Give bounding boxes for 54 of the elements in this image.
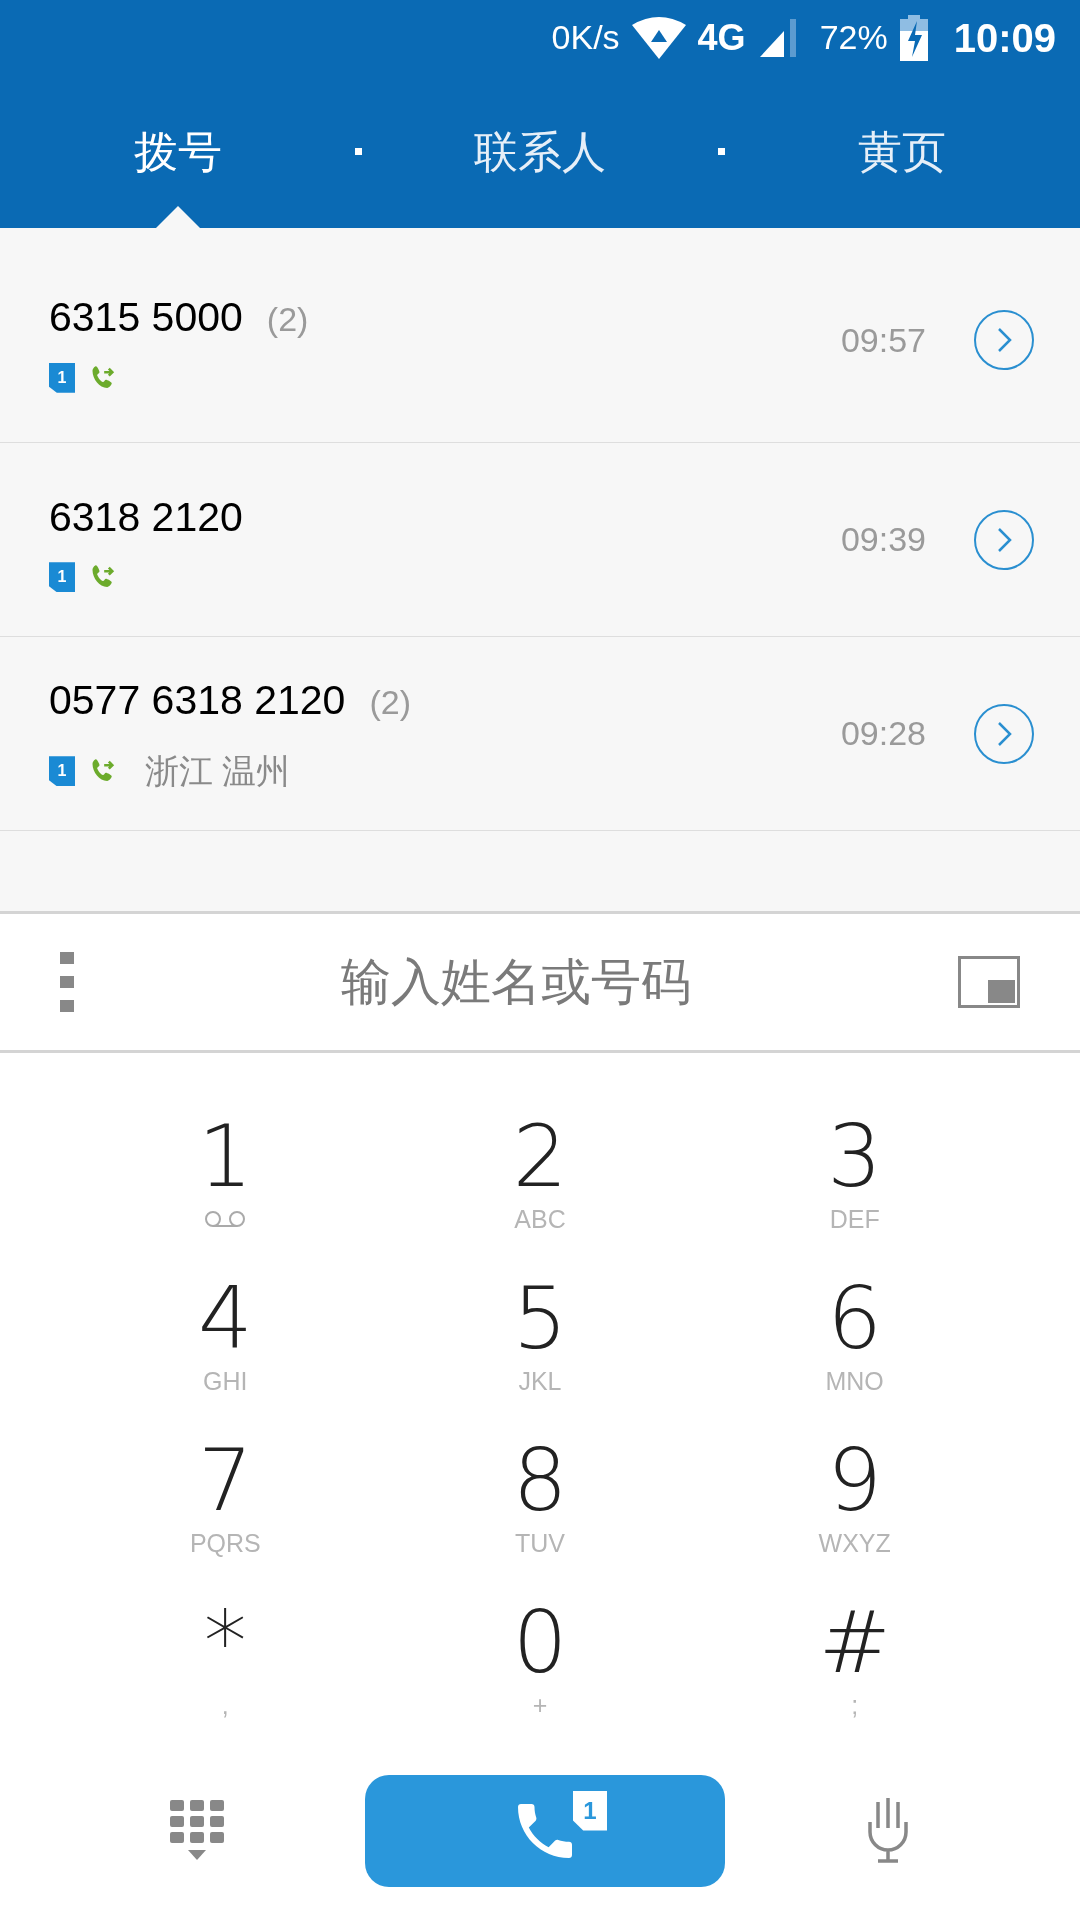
sim-badge: 1 — [49, 562, 75, 593]
search-field[interactable]: 输入姓名或号码 — [74, 944, 958, 1020]
sim-badge: 1 — [49, 756, 75, 787]
phone-number: 6315 5000 — [49, 293, 243, 343]
dialpad-icon[interactable] — [170, 1799, 224, 1862]
key-letters: ABC — [514, 1206, 566, 1232]
details-button[interactable] — [974, 310, 1034, 370]
sim-badge: 1 — [49, 362, 75, 393]
dial-key[interactable]: # ; — [697, 1579, 1012, 1741]
voicemail-icon — [204, 1210, 247, 1228]
call-count: (2) — [266, 299, 309, 341]
dial-key[interactable]: 0 + — [382, 1579, 698, 1741]
dial-key[interactable]: 1 — [68, 1093, 383, 1255]
key-letters: WXYZ — [818, 1530, 891, 1556]
window-icon[interactable] — [958, 956, 1020, 1008]
signal-icon — [757, 16, 798, 59]
call-time: 09:57 — [840, 319, 926, 361]
dial-key[interactable]: 7 PQRS — [68, 1417, 383, 1579]
dial-key[interactable]: 4 GHI — [68, 1255, 383, 1417]
tab[interactable]: 黄页 — [724, 75, 1080, 228]
call-time: 09:28 — [840, 713, 926, 754]
battery-charging-icon — [899, 14, 928, 61]
details-button[interactable] — [974, 703, 1034, 764]
call-time: 09:39 — [840, 519, 926, 560]
key-letters: TUV — [515, 1530, 565, 1556]
key-letters: MNO — [825, 1368, 884, 1394]
key-letters: DEF — [829, 1206, 880, 1232]
key-letters: JKL — [518, 1368, 562, 1394]
dial-key[interactable]: 5 JKL — [382, 1255, 698, 1417]
dial-key[interactable]: 9 WXYZ — [697, 1417, 1012, 1579]
microphone-icon[interactable] — [866, 1797, 910, 1864]
dial-key[interactable]: * , — [68, 1579, 383, 1741]
key-letters: GHI — [203, 1368, 248, 1394]
sim-badge: 1 — [573, 1790, 607, 1831]
network-type: 4G — [697, 15, 746, 60]
key-letters: + — [532, 1692, 548, 1718]
dial-key[interactable]: 3 DEF — [697, 1093, 1012, 1255]
key-letters: ; — [851, 1692, 859, 1718]
key-letters: PQRS — [189, 1530, 261, 1556]
dial-key[interactable]: 6 MNO — [697, 1255, 1012, 1417]
details-button[interactable] — [974, 509, 1034, 570]
dial-key[interactable]: 8 TUV — [382, 1417, 698, 1579]
dial-key[interactable]: 2 ABC — [382, 1093, 698, 1255]
more-options-icon[interactable] — [60, 952, 74, 1012]
key-letters: , — [221, 1692, 229, 1718]
tab[interactable]: 联系人 — [362, 75, 718, 228]
phone-number: 6318 2120 — [49, 492, 243, 542]
network-speed: 0K/s — [551, 17, 620, 58]
battery-percent: 72% — [819, 17, 888, 58]
clock: 10:09 — [953, 14, 1056, 62]
call-location: 浙江 温州 — [145, 750, 291, 792]
phone-number: 0577 6318 2120 — [49, 676, 346, 726]
call-count: (2) — [369, 682, 411, 724]
wifi-icon — [631, 16, 686, 59]
